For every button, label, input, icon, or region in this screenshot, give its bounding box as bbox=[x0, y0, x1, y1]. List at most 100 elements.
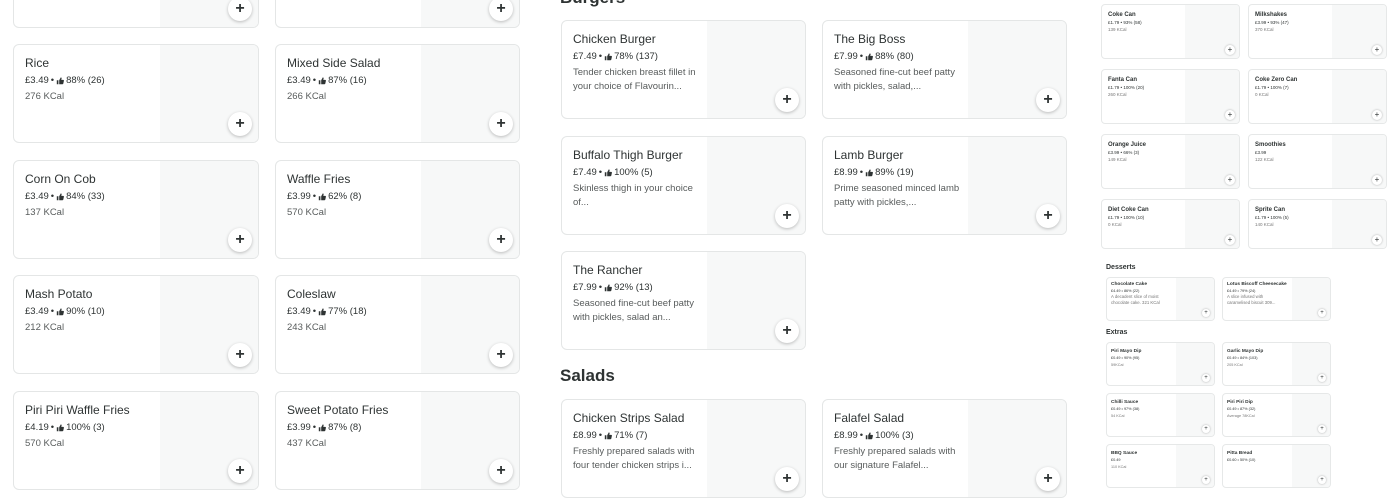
add-button[interactable]: + bbox=[489, 112, 513, 136]
item-price: £4.19 bbox=[25, 422, 49, 433]
add-button[interactable]: + bbox=[228, 343, 252, 367]
item-meta: £0.49 bbox=[1111, 458, 1121, 462]
add-button[interactable]: + bbox=[1318, 425, 1326, 433]
item-kcal: 54 KCal bbox=[1111, 414, 1125, 418]
add-button[interactable]: + bbox=[1225, 235, 1235, 245]
item-name: Orange Juice bbox=[1108, 142, 1147, 148]
menu-item-card[interactable]: The Rancher £7.99 • 92% (13) Seasoned fin… bbox=[561, 251, 806, 350]
add-button[interactable]: + bbox=[1318, 476, 1326, 484]
add-button[interactable]: + bbox=[489, 459, 513, 483]
menu-item-card[interactable]: Lotus Biscoff Cheesecake £4.49 • 79% (24… bbox=[1222, 277, 1331, 321]
menu-item-card[interactable]: Waffle Fries £3.99 • 62% (8) 570 KCal + bbox=[275, 160, 520, 259]
item-meta: £1.79 • 100% (20) bbox=[1108, 85, 1145, 90]
menu-item-card[interactable]: Mash Potato £3.49 • 90% (10) 212 KCal + bbox=[13, 275, 259, 374]
add-button[interactable]: + bbox=[775, 319, 799, 343]
menu-item-card[interactable]: Lamb Burger £8.99 • 89% (19) Prime season… bbox=[822, 136, 1067, 235]
plus-icon: + bbox=[1374, 110, 1380, 119]
menu-item-card[interactable]: Piri Piri Dip £0.49 • 87% (32) Average 7… bbox=[1222, 393, 1331, 437]
item-name: Chicken Burger bbox=[573, 32, 656, 46]
add-button[interactable]: + bbox=[775, 467, 799, 491]
menu-item-card[interactable]: Piri Piri Waffle Fries £4.19 • 100% (3) 5… bbox=[13, 391, 259, 490]
menu-item-card[interactable]: Piri Mayo Dip £0.49 • 90% (95) 59KCal + bbox=[1106, 342, 1215, 386]
add-button[interactable]: + bbox=[1225, 110, 1235, 120]
menu-item-card[interactable]: BBQ Sauce £0.49 110 KCal + bbox=[1106, 444, 1215, 488]
thumbs-up-icon bbox=[318, 424, 327, 432]
menu-item-card[interactable]: Pitta Bread £0.60 • 50% (10) + bbox=[1222, 444, 1331, 488]
item-rating: 71% (7) bbox=[614, 430, 648, 441]
add-button[interactable]: + bbox=[1202, 425, 1210, 433]
menu-item-card[interactable]: Orange Juice £3.99 • 66% (3) 149 KCal + bbox=[1101, 134, 1240, 189]
thumbs-up-icon bbox=[318, 193, 327, 201]
card-mid-top[interactable]: + bbox=[275, 0, 520, 28]
item-price: £7.99 bbox=[834, 51, 858, 62]
item-description: A slice infused with caramelised biscuit… bbox=[1227, 294, 1276, 305]
item-name: Pitta Bread bbox=[1227, 451, 1253, 456]
menu-item-card[interactable]: Sprite Can £1.79 • 100% (5) 140 KCal + bbox=[1248, 199, 1387, 249]
plus-icon: + bbox=[782, 322, 792, 339]
add-button[interactable]: + bbox=[228, 459, 252, 483]
item-price: £7.99 bbox=[573, 282, 597, 293]
section-title-extras: Extras bbox=[1106, 329, 1128, 336]
item-rating: 100% (5) bbox=[614, 167, 653, 178]
add-button[interactable]: + bbox=[1372, 45, 1382, 55]
menu-item-card[interactable]: Sweet Potato Fries £3.99 • 87% (8) 437 KC… bbox=[275, 391, 520, 490]
menu-item-card[interactable]: Garlic Mayo Dip £0.49 • 84% (103) 205 KC… bbox=[1222, 342, 1331, 386]
menu-item-card[interactable]: Coke Zero Can £1.79 • 100% (7) 0 KCal + bbox=[1248, 69, 1387, 124]
menu-item-card[interactable]: Diet Coke Can £1.79 • 100% (10) 0 KCal + bbox=[1101, 199, 1240, 249]
add-button[interactable]: + bbox=[1036, 88, 1060, 112]
plus-icon: + bbox=[1374, 175, 1380, 184]
plus-icon: + bbox=[1320, 426, 1324, 432]
add-button[interactable]: + bbox=[1372, 235, 1382, 245]
menu-item-card[interactable]: Mixed Side Salad £3.49 • 87% (16) 266 KCa… bbox=[275, 44, 520, 143]
add-button[interactable]: + bbox=[228, 228, 252, 252]
add-button[interactable]: + bbox=[1318, 309, 1326, 317]
menu-item-card[interactable]: Rice £3.49 • 88% (26) 276 KCal + bbox=[13, 44, 259, 143]
item-price: £8.99 bbox=[573, 430, 597, 441]
menu-item-card[interactable]: Coleslaw £3.49 • 77% (18) 243 KCal + bbox=[275, 275, 520, 374]
menu-item-card[interactable]: Chilli Sauce £0.49 • 97% (38) 54 KCal + bbox=[1106, 393, 1215, 437]
item-rating: 84% (33) bbox=[66, 191, 105, 202]
add-button[interactable]: + bbox=[1202, 309, 1210, 317]
menu-item-card[interactable]: Buffalo Thigh Burger £7.49 • 100% (5) Ski… bbox=[561, 136, 806, 235]
plus-icon: + bbox=[496, 0, 506, 17]
menu-item-card[interactable]: Falafel Salad £8.99 • 100% (3) Freshly pr… bbox=[822, 399, 1067, 498]
add-button[interactable]: + bbox=[1036, 467, 1060, 491]
add-button[interactable]: + bbox=[775, 88, 799, 112]
add-button[interactable]: + bbox=[1202, 476, 1210, 484]
plus-icon: + bbox=[1227, 45, 1233, 54]
item-kcal: 122 KCal bbox=[1255, 157, 1274, 162]
item-name: Chicken Strips Salad bbox=[573, 411, 685, 425]
menu-item-card[interactable]: Corn On Cob £3.49 • 84% (33) 137 KCal + bbox=[13, 160, 259, 259]
add-button[interactable]: + bbox=[1225, 175, 1235, 185]
add-button[interactable]: + bbox=[489, 228, 513, 252]
menu-item-card[interactable]: The Big Boss £7.99 • 88% (80) Seasoned fi… bbox=[822, 20, 1067, 119]
add-button[interactable]: + bbox=[1372, 110, 1382, 120]
item-name: Garlic Mayo Dip bbox=[1227, 349, 1264, 354]
item-price: £3.49 bbox=[287, 306, 311, 317]
card-left-0[interactable]: + bbox=[13, 0, 259, 28]
menu-item-card[interactable]: Chocolate Cake £4.49 • 86% (22) A decade… bbox=[1106, 277, 1215, 321]
add-button[interactable]: + bbox=[1225, 45, 1235, 55]
item-rating: 62% (8) bbox=[328, 191, 362, 202]
item-kcal: 212 KCal bbox=[25, 322, 65, 333]
add-button[interactable]: + bbox=[1318, 374, 1326, 382]
menu-item-card[interactable]: Smoothies £3.99 122 KCal + bbox=[1248, 134, 1387, 189]
add-button[interactable]: + bbox=[228, 112, 252, 136]
menu-item-card[interactable]: Milkshakes £3.99 • 93% (47) 370 KCal + bbox=[1248, 4, 1387, 59]
menu-item-card[interactable]: Chicken Strips Salad £8.99 • 71% (7) Fres… bbox=[561, 399, 806, 498]
add-button[interactable]: + bbox=[1036, 204, 1060, 228]
plus-icon: + bbox=[1204, 477, 1208, 483]
add-button[interactable]: + bbox=[1202, 374, 1210, 382]
menu-item-card[interactable]: Coke Can £1.79 • 93% (58) 139 KCal + bbox=[1101, 4, 1240, 59]
add-button[interactable]: + bbox=[1372, 175, 1382, 185]
plus-icon: + bbox=[235, 0, 245, 17]
section-title-salads: Salads bbox=[560, 366, 615, 385]
menu-item-card[interactable]: Chicken Burger £7.49 • 78% (137) Tender c… bbox=[561, 20, 806, 119]
add-button[interactable]: + bbox=[775, 204, 799, 228]
item-rating: 78% (137) bbox=[614, 51, 658, 62]
item-name: Coke Can bbox=[1108, 12, 1136, 18]
item-description: Prime seasoned minced lamb patty with pi… bbox=[834, 183, 960, 208]
menu-item-card[interactable]: Fanta Can £1.79 • 100% (20) 260 KCal + bbox=[1101, 69, 1240, 124]
item-name: Mash Potato bbox=[25, 287, 93, 301]
add-button[interactable]: + bbox=[489, 343, 513, 367]
